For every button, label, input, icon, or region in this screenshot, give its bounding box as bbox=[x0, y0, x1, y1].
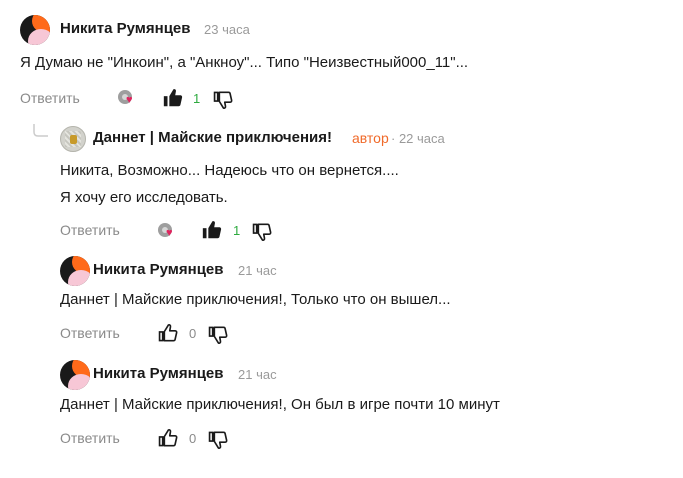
comment-text: Никита, Возможно... Надеюсь что он верне… bbox=[60, 162, 399, 179]
reply-button[interactable]: Ответить bbox=[60, 222, 120, 238]
thumbs-up-icon[interactable] bbox=[157, 427, 179, 449]
comment-author[interactable]: Даннет | Майские приключения! bbox=[93, 129, 332, 146]
thumbs-up-icon[interactable] bbox=[201, 219, 223, 241]
comment: Никита Румянцев 21 час Даннет | Майские … bbox=[0, 246, 683, 350]
comment-time: 21 час bbox=[238, 367, 277, 382]
thumbs-up-icon[interactable] bbox=[157, 322, 179, 344]
comment-time: · 22 часа bbox=[391, 131, 445, 146]
comment-text: Я Думаю не "Инкоин", а "Анкноу"... Типо … bbox=[20, 54, 469, 71]
like-count: 0 bbox=[189, 326, 197, 341]
thumbs-down-icon[interactable] bbox=[207, 429, 229, 451]
author-badge: автор bbox=[352, 130, 389, 146]
avatar[interactable] bbox=[60, 360, 90, 390]
comment-author[interactable]: Никита Румянцев bbox=[93, 261, 223, 278]
avatar[interactable] bbox=[60, 256, 90, 286]
reply-button[interactable]: Ответить bbox=[60, 325, 120, 341]
thumbs-down-icon[interactable] bbox=[212, 89, 234, 111]
comment: Никита Румянцев 23 часа Я Думаю не "Инко… bbox=[0, 0, 683, 116]
thumbs-down-icon[interactable] bbox=[207, 324, 229, 346]
comment-text: Даннет | Майские приключения!, Только чт… bbox=[60, 291, 451, 308]
reaction-avatars-icon[interactable]: ♥ bbox=[118, 90, 138, 108]
comment-time: 23 часа bbox=[204, 22, 250, 37]
like-count: 1 bbox=[193, 91, 201, 106]
comment-author[interactable]: Никита Румянцев bbox=[93, 365, 223, 382]
reply-button[interactable]: Ответить bbox=[20, 90, 80, 106]
thumbs-up-icon[interactable] bbox=[162, 87, 184, 109]
comment-time: 21 час bbox=[238, 263, 277, 278]
comment: Никита Румянцев 21 час Даннет | Майские … bbox=[0, 350, 683, 460]
reaction-avatars-icon[interactable]: ♥ bbox=[158, 223, 178, 241]
comment-author[interactable]: Никита Румянцев bbox=[60, 20, 190, 37]
like-count: 1 bbox=[233, 223, 241, 238]
comment-text: Даннет | Майские приключения!, Он был в … bbox=[60, 396, 500, 413]
reply-button[interactable]: Ответить bbox=[60, 430, 120, 446]
comment-text: Я хочу его исследовать. bbox=[60, 189, 228, 206]
thumbs-down-icon[interactable] bbox=[251, 221, 273, 243]
comment: Даннет | Майские приключения! автор · 22… bbox=[0, 116, 683, 246]
avatar[interactable] bbox=[20, 15, 50, 45]
like-count: 0 bbox=[189, 431, 197, 446]
avatar[interactable] bbox=[60, 126, 86, 152]
